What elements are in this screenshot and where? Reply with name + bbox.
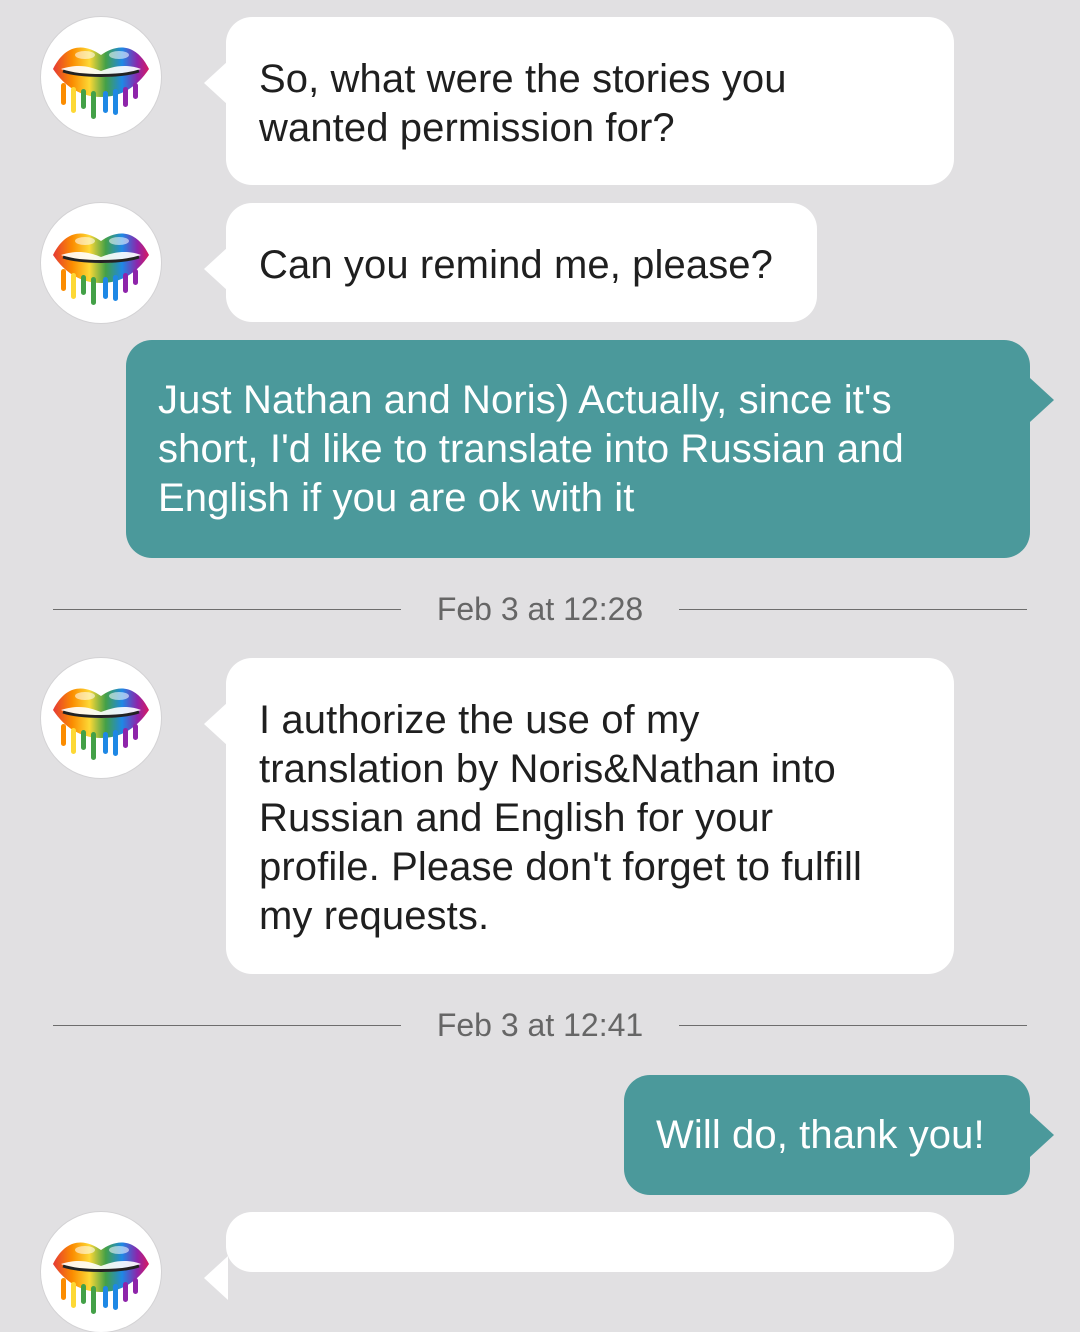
- message-bubble-incoming[interactable]: Can you remind me, please?: [204, 203, 817, 322]
- chat-thread: So, what were the stories you wanted per…: [0, 0, 1080, 1332]
- date-separator-label: Feb 3 at 12:28: [436, 591, 644, 627]
- separator-line: [679, 1025, 1027, 1026]
- date-separator: Feb 3 at 12:41: [53, 1005, 1027, 1045]
- rainbow-lips-icon: [41, 658, 161, 778]
- message-bubble-outgoing[interactable]: Just Nathan and Noris) Actually, since i…: [126, 340, 1054, 558]
- message-bubble-outgoing[interactable]: Will do, thank you!: [624, 1075, 1054, 1195]
- rainbow-lips-icon: [41, 203, 161, 323]
- rainbow-lips-icon: [41, 17, 161, 137]
- message-bubble-incoming-partial[interactable]: [204, 1212, 954, 1300]
- message-bubble-incoming[interactable]: So, what were the stories you wanted per…: [204, 17, 954, 185]
- separator-line: [53, 609, 401, 610]
- contact-avatar[interactable]: [41, 17, 161, 137]
- separator-line: [53, 1025, 401, 1026]
- separator-line: [679, 609, 1027, 610]
- date-separator-label: Feb 3 at 12:41: [436, 1007, 644, 1043]
- contact-avatar[interactable]: [41, 1212, 161, 1332]
- contact-avatar[interactable]: [41, 203, 161, 323]
- rainbow-lips-icon: [41, 1212, 161, 1332]
- contact-avatar[interactable]: [41, 658, 161, 778]
- date-separator: Feb 3 at 12:28: [53, 589, 1027, 629]
- message-bubble-incoming[interactable]: I authorize the use of my translation by…: [204, 658, 954, 974]
